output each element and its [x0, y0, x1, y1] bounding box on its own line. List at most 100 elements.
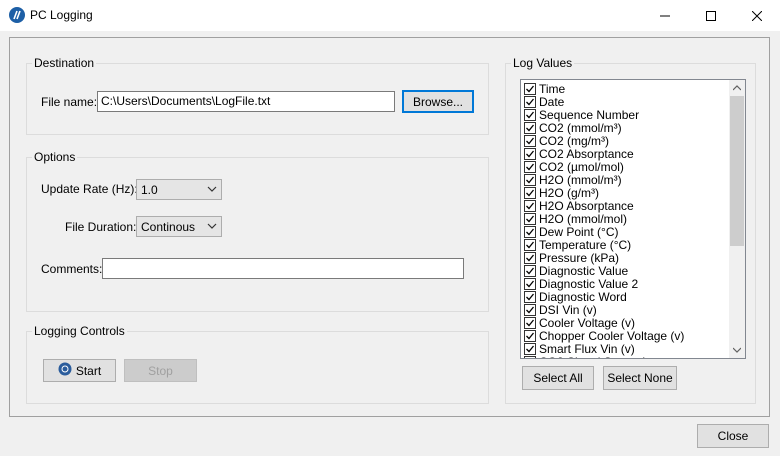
log-value-item[interactable]: Pressure (kPa): [521, 250, 745, 265]
checkbox[interactable]: [524, 186, 536, 199]
log-value-item[interactable]: Temperature (°C): [521, 237, 745, 252]
log-value-label: Pressure (kPa): [539, 250, 620, 265]
checkbox[interactable]: [524, 82, 536, 95]
log-value-label: Diagnostic Value 2: [539, 276, 639, 291]
logging-controls-group: Logging Controls Start Stop: [26, 324, 489, 404]
close-button[interactable]: Close: [697, 424, 769, 448]
checkbox[interactable]: [524, 160, 536, 173]
close-window-button[interactable]: [734, 0, 780, 31]
checkbox[interactable]: [524, 342, 536, 355]
stop-button[interactable]: Stop: [124, 359, 197, 382]
file-duration-label: File Duration:: [65, 220, 137, 234]
log-value-item[interactable]: Diagnostic Word: [521, 289, 745, 304]
log-value-label: H2O (mmol/mol): [539, 211, 628, 226]
update-rate-dropdown[interactable]: 1.0: [136, 179, 222, 200]
checkbox[interactable]: [524, 147, 536, 160]
log-values-list[interactable]: Time Date Sequence Number CO2 (mmol/m³) CO2 …: [520, 79, 746, 359]
file-name-input[interactable]: C:\Users\Documents\LogFile.txt: [97, 91, 395, 112]
log-values-group: Log Values Time Date Sequence Number CO2 (m…: [505, 56, 756, 404]
scroll-down-icon[interactable]: [729, 342, 745, 358]
log-value-item[interactable]: Diagnostic Value 2: [521, 276, 745, 291]
licor-logo-icon: [9, 7, 25, 23]
checkbox[interactable]: [524, 329, 536, 342]
logging-controls-group-title: Logging Controls: [32, 324, 127, 338]
update-rate-value: 1.0: [141, 183, 158, 197]
maximize-button[interactable]: [688, 0, 734, 31]
log-value-label: CO2 (mmol/m³): [539, 120, 622, 135]
checkbox[interactable]: [524, 238, 536, 251]
log-value-label: Diagnostic Word: [539, 289, 627, 304]
log-value-item[interactable]: Time: [521, 82, 745, 96]
log-value-label: Diagnostic Value: [539, 263, 629, 278]
checkbox[interactable]: [524, 290, 536, 303]
checkbox[interactable]: [524, 277, 536, 290]
log-value-item[interactable]: Dew Point (°C): [521, 224, 745, 239]
log-value-item[interactable]: CO2 (µmol/mol): [521, 159, 745, 174]
log-value-label: H2O Absorptance: [539, 198, 634, 213]
comments-input[interactable]: [102, 258, 464, 279]
log-value-item[interactable]: CO2 (mmol/m³): [521, 120, 745, 135]
log-value-label: Dew Point (°C): [539, 224, 619, 239]
window-title: PC Logging: [30, 8, 93, 22]
start-label: Start: [75, 363, 102, 378]
log-values-group-title: Log Values: [511, 56, 575, 70]
checkbox[interactable]: [524, 251, 536, 264]
checkbox[interactable]: [524, 121, 536, 134]
checkbox[interactable]: [524, 173, 536, 186]
checkbox[interactable]: [524, 225, 536, 238]
log-value-label: Temperature (°C): [539, 237, 632, 252]
checkbox[interactable]: [524, 316, 536, 329]
scroll-up-icon[interactable]: [729, 80, 745, 96]
destination-group-title: Destination: [32, 56, 97, 70]
chevron-down-icon: [207, 219, 217, 236]
log-value-label: Sequence Number: [539, 107, 640, 122]
log-value-item[interactable]: Sequence Number: [521, 107, 745, 122]
log-value-item[interactable]: Smart Flux Vin (v): [521, 341, 745, 356]
log-value-item[interactable]: CO2 (mg/m³): [521, 134, 745, 148]
file-duration-value: Continous: [141, 220, 196, 234]
log-value-label: Cooler Voltage (v): [539, 315, 636, 330]
options-group: Options Update Rate (Hz): 1.0 File Durat…: [26, 150, 489, 312]
log-value-label: H2O (mmol/m³): [539, 172, 622, 187]
checkbox[interactable]: [524, 303, 536, 316]
list-scrollbar[interactable]: [729, 80, 745, 358]
main-panel: Destination File name: C:\Users\Document…: [9, 37, 770, 417]
log-value-item[interactable]: CO2 Signal Strength: [521, 355, 745, 358]
title-bar: PC Logging: [0, 0, 780, 31]
options-group-title: Options: [32, 150, 78, 164]
browse-button[interactable]: Browse...: [402, 90, 474, 113]
checkbox[interactable]: [524, 355, 536, 358]
scrollbar-thumb[interactable]: [730, 96, 744, 246]
log-value-item[interactable]: H2O (mmol/m³): [521, 172, 745, 187]
log-value-label: CO2 (µmol/mol): [539, 159, 624, 174]
log-value-label: Smart Flux Vin (v): [539, 341, 635, 356]
file-duration-dropdown[interactable]: Continous: [136, 216, 222, 237]
checkbox[interactable]: [524, 199, 536, 212]
log-value-label: H2O (g/m³): [539, 185, 599, 200]
destination-group: Destination File name: C:\Users\Document…: [26, 56, 489, 135]
chevron-down-icon: [207, 182, 217, 199]
log-value-item[interactable]: H2O (g/m³): [521, 185, 745, 200]
log-value-item[interactable]: H2O Absorptance: [521, 198, 745, 213]
log-value-label: CO2 Absorptance: [539, 146, 634, 161]
select-all-button[interactable]: Select All: [522, 366, 594, 390]
checkbox[interactable]: [524, 264, 536, 277]
file-name-label: File name:: [41, 95, 98, 109]
select-none-button[interactable]: Select None: [603, 366, 677, 390]
checkbox[interactable]: [524, 134, 536, 147]
update-rate-label: Update Rate (Hz):: [41, 182, 138, 196]
log-value-label: DSI Vin (v): [539, 302, 597, 317]
log-value-item[interactable]: Diagnostic Value: [521, 263, 745, 278]
log-value-item[interactable]: CO2 Absorptance: [521, 146, 745, 161]
log-value-item[interactable]: Cooler Voltage (v): [521, 315, 745, 330]
log-value-item[interactable]: H2O (mmol/mol): [521, 211, 745, 226]
start-button[interactable]: Start: [43, 359, 116, 382]
checkbox[interactable]: [524, 108, 536, 121]
checkbox[interactable]: [524, 95, 536, 108]
log-value-item[interactable]: Date: [521, 95, 745, 109]
log-value-item[interactable]: DSI Vin (v): [521, 302, 745, 317]
comments-label: Comments:: [41, 262, 103, 276]
log-value-item[interactable]: Chopper Cooler Voltage (v): [521, 329, 745, 343]
checkbox[interactable]: [524, 212, 536, 225]
minimize-button[interactable]: [642, 0, 688, 31]
